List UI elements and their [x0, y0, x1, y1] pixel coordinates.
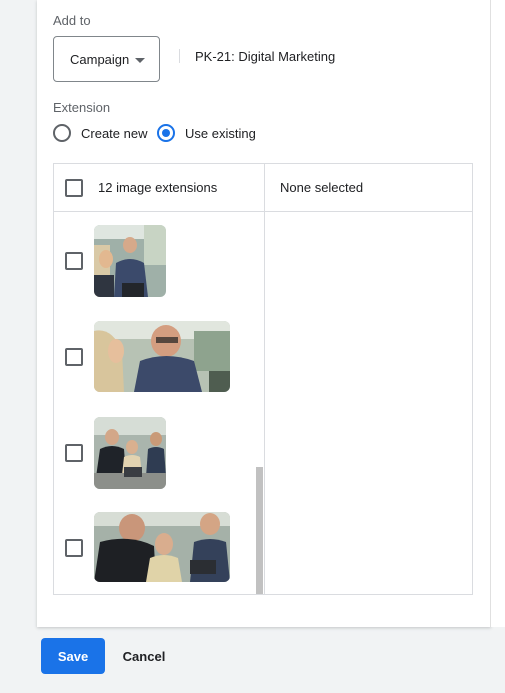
divider: [179, 49, 180, 63]
item-checkbox[interactable]: [65, 348, 83, 366]
radio-create-new[interactable]: Create new: [53, 124, 147, 142]
header-divider: [54, 211, 472, 212]
item-checkbox[interactable]: [65, 252, 83, 270]
campaign-name: PK-21: Digital Marketing: [195, 49, 336, 64]
selected-header: None selected: [280, 180, 364, 195]
radio-circle-icon[interactable]: [53, 124, 71, 142]
chevron-down-icon: [135, 58, 145, 63]
extension-label: Extension: [53, 100, 111, 115]
select-all-checkbox[interactable]: [65, 179, 83, 197]
image-thumbnail-icon[interactable]: [94, 321, 230, 392]
image-thumbnail-icon[interactable]: [94, 417, 166, 489]
image-thumbnail-icon[interactable]: [94, 512, 230, 582]
item-checkbox[interactable]: [65, 539, 83, 557]
radio-use-existing-label: Use existing: [185, 125, 256, 141]
save-button[interactable]: Save: [41, 638, 105, 674]
radio-use-existing[interactable]: Use existing: [157, 124, 256, 142]
side-strip: [490, 0, 505, 627]
radio-create-new-label: Create new: [81, 125, 148, 141]
scrollbar-thumb[interactable]: [256, 467, 263, 594]
level-select-value: Campaign: [70, 51, 130, 67]
extension-picker-table: 12 image extensions None selected: [53, 163, 473, 595]
available-header: 12 image extensions: [98, 180, 218, 195]
add-extension-panel: Add to Campaign PK-21: Digital Marketing…: [37, 0, 491, 627]
column-divider: [264, 164, 265, 594]
level-select[interactable]: Campaign: [53, 36, 160, 82]
cancel-button[interactable]: Cancel: [112, 638, 176, 674]
add-to-label: Add to: [53, 13, 91, 28]
radio-selected-icon[interactable]: [157, 124, 175, 142]
image-thumbnail-icon[interactable]: [94, 225, 166, 297]
item-checkbox[interactable]: [65, 444, 83, 462]
